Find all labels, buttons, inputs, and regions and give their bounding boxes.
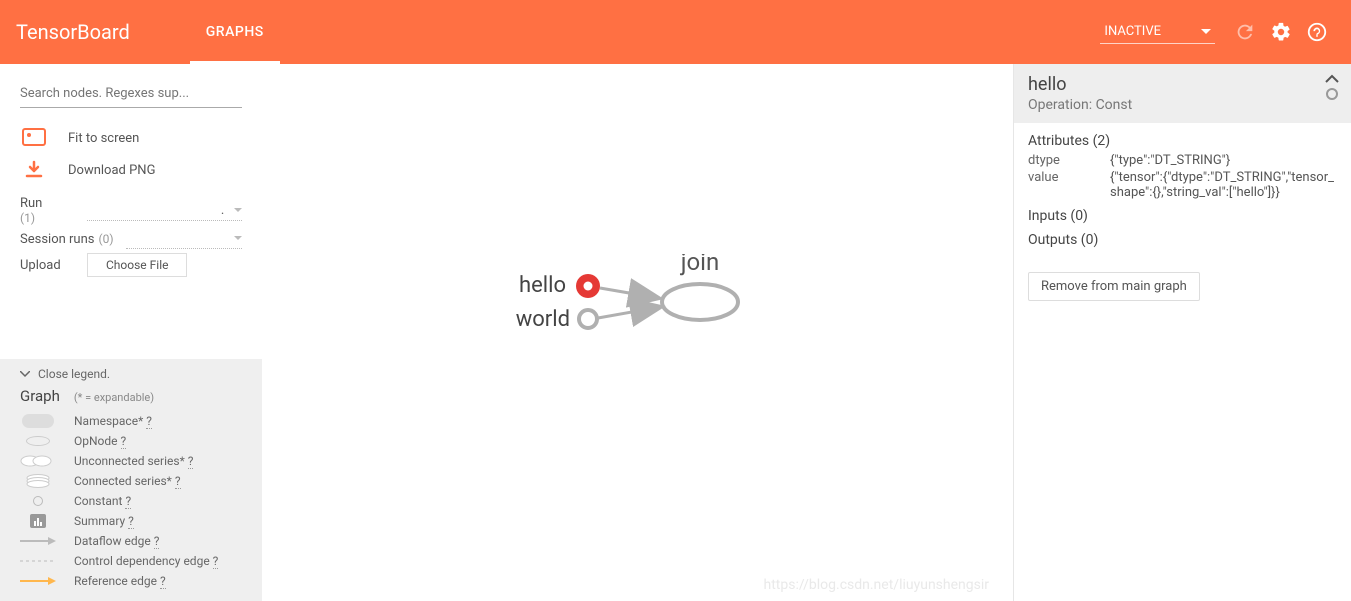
run-selector[interactable]: INACTIVE	[1100, 20, 1215, 44]
fit-label: Fit to screen	[68, 131, 139, 146]
node-info-panel: hello Operation: Const Attributes (2) dt…	[1013, 64, 1351, 601]
remove-from-graph-button[interactable]: Remove from main graph	[1028, 272, 1200, 301]
chevron-down-icon	[234, 208, 242, 213]
info-operation: Operation: Const	[1028, 97, 1337, 113]
download-png-button[interactable]: Download PNG	[20, 154, 242, 186]
opnode-icon	[26, 436, 50, 446]
graph-canvas[interactable]: hello world join https://blog.csdn.net/l…	[262, 64, 1013, 601]
session-select[interactable]	[126, 229, 242, 249]
legend-control: Control dependency edge ?	[20, 551, 242, 571]
download-icon	[20, 160, 48, 180]
download-label: Download PNG	[68, 163, 155, 178]
legend-panel: Close legend. Graph (* = expandable) Nam…	[0, 359, 262, 601]
fit-to-screen-button[interactable]: Fit to screen	[20, 122, 242, 154]
node-marker-icon	[1326, 88, 1338, 100]
node-label-join: join	[680, 254, 720, 276]
run-selector-label: INACTIVE	[1104, 24, 1161, 39]
legend-reference: Reference edge ?	[20, 571, 242, 591]
legend-unconnected: Unconnected series* ?	[20, 451, 242, 471]
reference-edge-icon	[20, 576, 56, 586]
connected-series-icon	[20, 474, 56, 488]
app-logo: TensorBoard	[16, 20, 130, 44]
node-label-world: world	[516, 307, 570, 332]
attr-val-value: {"tensor":{"dtype":"DT_STRING","tensor_s…	[1110, 170, 1337, 200]
close-legend-label: Close legend.	[38, 367, 110, 381]
node-label-hello: hello	[519, 273, 566, 298]
edge-hello-join	[600, 288, 658, 298]
close-legend-button[interactable]: Close legend.	[20, 367, 242, 381]
attr-key-dtype: dtype	[1028, 153, 1100, 168]
run-count: (1)	[20, 211, 75, 225]
gear-icon[interactable]	[1269, 20, 1293, 44]
app-header: TensorBoard GRAPHS INACTIVE	[0, 0, 1351, 64]
session-count: (0)	[98, 232, 113, 246]
info-title: hello	[1028, 74, 1337, 95]
chevron-down-icon	[20, 371, 30, 378]
attr-key-value: value	[1028, 170, 1100, 200]
legend-constant: Constant ?	[20, 491, 242, 511]
namespace-icon	[22, 414, 54, 428]
info-header: hello Operation: Const	[1014, 64, 1351, 123]
legend-dataflow: Dataflow edge ?	[20, 531, 242, 551]
legend-connected: Connected series* ?	[20, 471, 242, 491]
legend-summary: Summary ?	[20, 511, 242, 531]
legend-hint: (* = expandable)	[74, 391, 154, 404]
choose-file-button[interactable]: Choose File	[87, 253, 187, 277]
chevron-down-icon	[1201, 29, 1211, 35]
control-edge-icon	[20, 558, 56, 564]
search-input[interactable]	[20, 80, 242, 108]
summary-icon	[30, 514, 46, 528]
tab-graphs[interactable]: GRAPHS	[190, 0, 280, 64]
upload-label: Upload	[20, 258, 75, 273]
watermark: https://blog.csdn.net/liuyunshengsir	[764, 577, 989, 593]
dataflow-edge-icon	[20, 536, 56, 546]
node-world[interactable]	[579, 310, 597, 328]
attr-val-dtype: {"type":"DT_STRING"}	[1110, 153, 1337, 168]
legend-title: Graph	[20, 387, 60, 405]
attributes-header: Attributes (2)	[1028, 133, 1337, 149]
refresh-icon[interactable]	[1233, 20, 1257, 44]
chevron-down-icon	[234, 236, 242, 241]
chevron-up-icon[interactable]	[1325, 74, 1339, 84]
outputs-row: Outputs (0)	[1028, 232, 1337, 248]
inputs-row: Inputs (0)	[1028, 208, 1337, 224]
computation-graph: hello world join	[502, 254, 802, 394]
fit-screen-icon	[20, 128, 48, 148]
run-select[interactable]: .	[87, 201, 242, 221]
run-label: Run	[20, 196, 75, 211]
unconnected-series-icon	[20, 455, 56, 467]
legend-namespace: Namespace* ?	[20, 411, 242, 431]
legend-opnode: OpNode ?	[20, 431, 242, 451]
session-label: Session runs	[20, 232, 94, 247]
constant-icon	[33, 496, 43, 506]
node-join[interactable]	[662, 284, 738, 320]
edge-world-join	[598, 307, 660, 318]
sidebar: Fit to screen Download PNG Run (1) .	[0, 64, 262, 601]
help-icon[interactable]	[1305, 20, 1329, 44]
